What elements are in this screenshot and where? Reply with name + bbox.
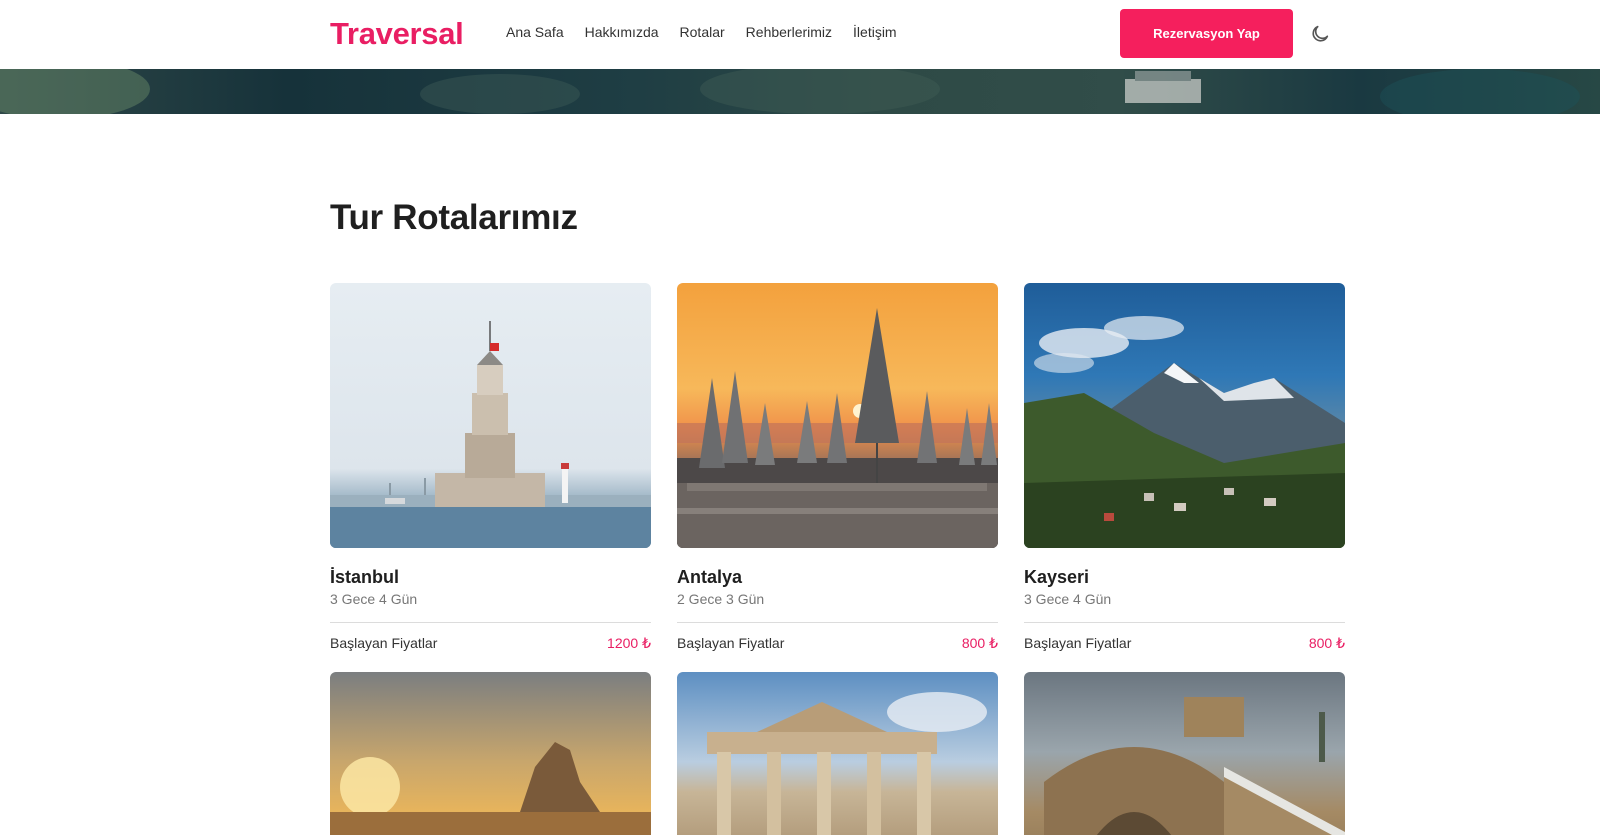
maidens-tower-illustration <box>330 321 651 548</box>
tour-card-kayseri[interactable]: Kayseri 3 Gece 4 Gün Başlayan Fiyatlar 8… <box>1024 283 1345 652</box>
main-nav: Ana Safa Hakkımızda Rotalar Rehberlerimi… <box>506 24 918 40</box>
price-value: 800 ₺ <box>961 635 998 651</box>
tour-image-bridge[interactable] <box>1024 672 1345 835</box>
tour-duration: 2 Gece 3 Gün <box>677 591 765 607</box>
tour-name: Kayseri <box>1024 567 1090 587</box>
tour-name: İstanbul <box>330 567 400 587</box>
tour-duration: 3 Gece 4 Gün <box>330 591 418 607</box>
tour-name: Antalya <box>677 567 743 587</box>
tour-card-partial[interactable] <box>1024 672 1345 835</box>
hero-house <box>1125 71 1201 103</box>
price-value: 1200 ₺ <box>607 635 651 651</box>
reservation-button[interactable]: Rezervasyon Yap <box>1120 9 1293 58</box>
price-value: 800 ₺ <box>1308 635 1345 651</box>
card-divider <box>330 622 651 623</box>
section-title: Tur Rotalarımız <box>330 198 578 237</box>
nav-link-routes[interactable]: Rotalar <box>680 24 725 40</box>
price-label: Başlayan Fiyatlar <box>677 635 785 651</box>
price-row: Başlayan Fiyatlar 800 ₺ <box>677 635 998 652</box>
tour-image-ephesus[interactable] <box>677 672 998 835</box>
card-divider <box>677 622 998 623</box>
nav-link-contact[interactable]: İletişim <box>853 24 897 40</box>
price-row: Başlayan Fiyatlar 1200 ₺ <box>330 635 651 652</box>
tour-image-kayseri[interactable] <box>1024 283 1345 548</box>
nav-link-home[interactable]: Ana Safa <box>506 24 564 40</box>
tour-card-partial[interactable] <box>330 672 651 835</box>
stone-bridge-illustration <box>1044 697 1345 835</box>
card-divider <box>1024 622 1345 623</box>
mountain-illustration <box>1024 316 1345 548</box>
nav-link-about[interactable]: Hakkımızda <box>585 24 659 40</box>
nav-link-guides[interactable]: Rehberlerimiz <box>746 24 832 40</box>
site-logo[interactable]: Traversal <box>330 16 464 52</box>
moon-icon[interactable] <box>1309 23 1331 45</box>
beach-umbrellas-illustration <box>677 308 998 548</box>
ancient-ruins-illustration <box>707 692 987 835</box>
price-label: Başlayan Fiyatlar <box>330 635 438 651</box>
tour-image-cappadocia[interactable] <box>330 672 651 835</box>
price-label: Başlayan Fiyatlar <box>1024 635 1132 651</box>
price-row: Başlayan Fiyatlar 800 ₺ <box>1024 635 1345 652</box>
fairy-chimney-illustration <box>330 742 651 835</box>
tour-card-partial[interactable] <box>677 672 998 835</box>
tour-image-istanbul[interactable] <box>330 283 651 548</box>
tour-card-antalya[interactable]: Antalya 2 Gece 3 Gün Başlayan Fiyatlar 8… <box>677 283 998 652</box>
tour-card-istanbul[interactable]: İstanbul 3 Gece 4 Gün Başlayan Fiyatlar … <box>330 283 651 652</box>
hero-image <box>0 69 1600 114</box>
site-header: Traversal Ana Safa Hakkımızda Rotalar Re… <box>0 0 1600 69</box>
tour-duration: 3 Gece 4 Gün <box>1024 591 1112 607</box>
tour-image-antalya[interactable] <box>677 283 998 548</box>
